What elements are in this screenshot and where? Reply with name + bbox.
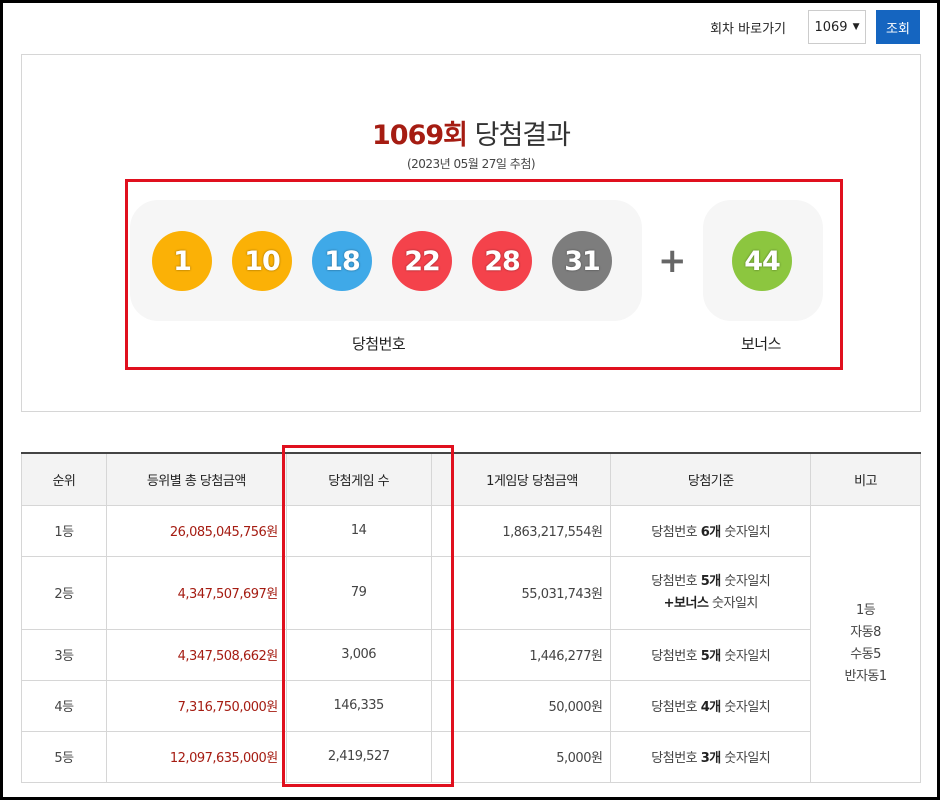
criteria-count: 6개 xyxy=(700,525,722,540)
criteria-cell: 당첨번호 5개 숫자일치 +보너스 숫자일치 xyxy=(610,555,812,630)
per-game-prize-cell: 1,446,277원 xyxy=(452,628,612,681)
rank-cell: 4등 xyxy=(21,679,107,732)
criteria-cell: 당첨번호 3개 숫자일치 xyxy=(610,730,812,783)
goto-round-label: 회차 바로가기 xyxy=(710,21,786,37)
note-cell: 1등 자동8 수동5 반자동1 xyxy=(810,504,921,783)
title-suffix: 당첨결과 xyxy=(474,120,571,151)
rank-cell: 5등 xyxy=(21,730,107,783)
criteria-text: 숫자일치 xyxy=(720,649,771,664)
note-line: 반자동1 xyxy=(844,668,887,684)
per-game-prize-cell: 50,000원 xyxy=(452,679,612,732)
per-game-prize-cell: 55,031,743원 xyxy=(452,555,612,630)
header-per-game-prize: 1게임당 당첨금액 xyxy=(452,452,612,506)
criteria-count: 4개 xyxy=(700,700,722,715)
header-criteria: 당첨기준 xyxy=(610,452,812,506)
header-note: 비고 xyxy=(810,452,921,506)
total-prize-cell: 4,347,508,662원 xyxy=(105,628,287,681)
per-game-prize-cell: 5,000원 xyxy=(452,730,612,783)
table-header-row: 순위 등위별 총 당첨금액 당첨게임 수 1게임당 당첨금액 당첨기준 비고 xyxy=(21,452,921,506)
note-line: 수동5 xyxy=(850,646,881,662)
draw-date: (2023년 05월 27일 추첨) xyxy=(406,157,536,171)
criteria-text: 당첨번호 xyxy=(651,751,701,766)
prize-table: 순위 등위별 총 당첨금액 당첨게임 수 1게임당 당첨금액 당첨기준 비고 1… xyxy=(21,452,921,783)
criteria-text: 당첨번호 xyxy=(651,573,701,589)
note-line: 자동8 xyxy=(850,624,881,640)
rank-cell: 1등 xyxy=(21,504,107,557)
criteria-text: 숫자일치 xyxy=(720,751,771,766)
search-button[interactable]: 조회 xyxy=(876,10,920,44)
rank-cell: 3등 xyxy=(21,628,107,681)
criteria-cell: 당첨번호 6개 숫자일치 xyxy=(610,504,812,557)
criteria-cell: 당첨번호 4개 숫자일치 xyxy=(610,679,812,732)
total-prize-cell: 7,316,750,000원 xyxy=(105,679,287,732)
criteria-text: 숫자일치 xyxy=(720,573,771,589)
criteria-count: 5개 xyxy=(700,573,722,589)
page-title: 1069회 당첨결과 xyxy=(22,113,920,152)
total-prize-cell: 26,085,045,756원 xyxy=(105,504,287,557)
criteria-count: 3개 xyxy=(700,751,722,766)
criteria-text: 숫자일치 xyxy=(720,525,771,540)
chevron-down-icon: ▼ xyxy=(852,22,860,32)
table-row: 5등 12,097,635,000원 2,419,527 5,000원 당첨번호… xyxy=(21,730,921,783)
criteria-bonus: +보너스 xyxy=(663,595,709,611)
total-prize-cell: 4,347,507,697원 xyxy=(105,555,287,630)
criteria-text: 당첨번호 xyxy=(651,525,701,540)
table-row: 2등 4,347,507,697원 79 55,031,743원 당첨번호 5개… xyxy=(21,555,921,630)
header-total-prize: 등위별 총 당첨금액 xyxy=(105,452,287,506)
rank-cell: 2등 xyxy=(21,555,107,630)
round-navigation: 회차 바로가기 1069 ▼ 조회 xyxy=(710,10,920,44)
table-row: 3등 4,347,508,662원 3,006 1,446,277원 당첨번호 … xyxy=(21,628,921,681)
note-line: 1등 xyxy=(855,602,876,618)
criteria-text: 숫자일치 xyxy=(720,700,771,715)
winners-highlight-box xyxy=(282,445,454,787)
criteria-text: 당첨번호 xyxy=(651,700,701,715)
header-rank: 순위 xyxy=(21,452,107,506)
criteria-cell: 당첨번호 5개 숫자일치 xyxy=(610,628,812,681)
round-number: 1069회 xyxy=(372,120,468,151)
total-prize-cell: 12,097,635,000원 xyxy=(105,730,287,783)
criteria-text: 숫자일치 xyxy=(708,595,758,611)
per-game-prize-cell: 1,863,217,554원 xyxy=(452,504,612,557)
table-row: 1등 26,085,045,756원 14 1,863,217,554원 당첨번… xyxy=(21,504,921,783)
criteria-count: 5개 xyxy=(700,649,722,664)
numbers-highlight-box xyxy=(125,179,843,370)
table-row: 4등 7,316,750,000원 146,335 50,000원 당첨번호 4… xyxy=(21,679,921,732)
round-select[interactable]: 1069 ▼ xyxy=(808,10,866,44)
criteria-text: 당첨번호 xyxy=(651,649,701,664)
round-select-value: 1069 xyxy=(814,19,848,35)
